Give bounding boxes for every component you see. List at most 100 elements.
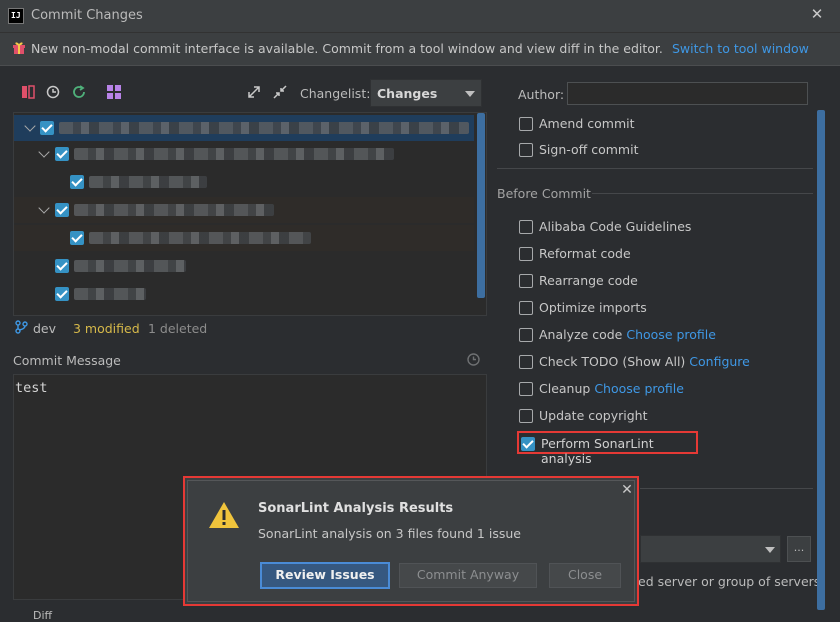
blurred-path — [74, 148, 394, 160]
changelist-value: Changes — [377, 86, 438, 101]
author-label: Author: — [518, 87, 565, 102]
dialog-body: ✕ SonarLint Analysis Results SonarLint a… — [187, 480, 635, 602]
divider — [497, 168, 813, 169]
checkbox[interactable] — [519, 117, 533, 131]
sonarlint-results-dialog: ✕ SonarLint Analysis Results SonarLint a… — [183, 476, 639, 606]
tree-row[interactable] — [14, 281, 474, 307]
before-commit-heading: Before Commit — [497, 186, 591, 201]
option-label: Sign-off commit — [539, 142, 639, 157]
option-label: Optimize imports — [539, 300, 647, 315]
chevron-down-icon[interactable] — [38, 146, 50, 158]
history-icon[interactable] — [466, 352, 481, 367]
banner-text: New non-modal commit interface is availa… — [31, 41, 663, 56]
option-label: Amend commit — [539, 116, 635, 131]
option-row-text: Analyze code Choose profile — [539, 327, 716, 342]
refresh-icon[interactable] — [71, 84, 87, 100]
blurred-file — [89, 176, 207, 188]
server-browse-button[interactable]: ... — [787, 536, 811, 562]
checkbox[interactable] — [519, 220, 533, 234]
rollback-icon[interactable] — [20, 84, 36, 100]
blurred-file — [74, 260, 186, 272]
deleted-count: 1 deleted — [148, 321, 208, 336]
option-label: Cleanup — [539, 381, 591, 396]
server-description: ed server or group of servers — [638, 574, 821, 589]
commit-message-text[interactable]: test — [15, 380, 48, 396]
changelist-dropdown[interactable]: Changes — [370, 79, 482, 107]
option-label: Check TODO (Show All) — [539, 354, 686, 369]
checkbox[interactable] — [55, 147, 69, 161]
expand-all-icon[interactable] — [246, 84, 262, 100]
close-icon[interactable]: ✕ — [620, 483, 634, 497]
blurred-path — [59, 122, 469, 134]
checkbox[interactable] — [519, 247, 533, 261]
app-logo: IJ — [8, 8, 24, 24]
tree-row[interactable] — [14, 115, 474, 141]
blurred-path — [74, 204, 274, 216]
tree-row[interactable] — [14, 253, 474, 279]
notification-banner: New non-modal commit interface is availa… — [0, 33, 840, 66]
choose-profile-link[interactable]: Choose profile — [626, 327, 716, 342]
option-label: Alibaba Code Guidelines — [539, 219, 692, 234]
sonarlint-checkbox[interactable] — [521, 437, 535, 451]
option-row-text: Check TODO (Show All) Configure — [539, 354, 750, 369]
checkbox[interactable] — [70, 175, 84, 189]
server-dropdown[interactable] — [640, 535, 781, 563]
branch-name[interactable]: dev — [33, 321, 56, 336]
author-input[interactable] — [567, 82, 808, 105]
options-scrollbar[interactable] — [817, 110, 825, 610]
sonarlint-label: Perform SonarLint analysis — [541, 436, 654, 466]
modified-count: 3 modified — [73, 321, 140, 336]
commit-anyway-button[interactable]: Commit Anyway — [399, 563, 537, 588]
checkbox[interactable] — [55, 203, 69, 217]
chevron-down-icon — [465, 91, 475, 97]
checkbox[interactable] — [55, 259, 69, 273]
blurred-file — [89, 232, 311, 244]
changes-tree[interactable] — [13, 112, 487, 316]
checkbox[interactable] — [519, 382, 533, 396]
option-label: Reformat code — [539, 246, 631, 261]
checkbox[interactable] — [519, 274, 533, 288]
dialog-title: SonarLint Analysis Results — [258, 501, 454, 516]
checkbox[interactable] — [519, 301, 533, 315]
window-title: Commit Changes — [31, 8, 143, 23]
checkbox[interactable] — [519, 328, 533, 342]
group-by-icon[interactable] — [106, 84, 122, 100]
choose-profile-link[interactable]: Choose profile — [594, 381, 684, 396]
title-bar: IJ Commit Changes ✕ — [0, 0, 840, 33]
chevron-down-icon[interactable] — [38, 202, 50, 214]
checkbox[interactable] — [70, 231, 84, 245]
close-button[interactable]: Close — [549, 563, 621, 588]
history-rollback-icon[interactable] — [45, 84, 61, 100]
tree-scrollbar[interactable] — [477, 113, 485, 298]
dialog-message: SonarLint analysis on 3 files found 1 is… — [258, 526, 521, 541]
divider — [640, 488, 813, 489]
sonarlint-option-highlight[interactable]: Perform SonarLint analysis — [517, 431, 698, 466]
option-label: Analyze code — [539, 327, 623, 342]
review-issues-button[interactable]: Review Issues — [260, 562, 390, 589]
diff-section-label[interactable]: Diff — [33, 609, 52, 622]
chevron-down-icon — [765, 547, 775, 553]
divider — [592, 193, 813, 194]
checkbox[interactable] — [40, 121, 54, 135]
close-window-button[interactable]: ✕ — [808, 5, 826, 25]
tree-row[interactable] — [14, 169, 474, 195]
chevron-down-icon[interactable] — [24, 120, 36, 132]
option-label: Rearrange code — [539, 273, 638, 288]
checkbox[interactable] — [55, 287, 69, 301]
tree-row[interactable] — [14, 197, 474, 223]
configure-link[interactable]: Configure — [689, 354, 750, 369]
branch-icon — [15, 320, 28, 334]
changelist-label: Changelist: — [300, 86, 371, 101]
collapse-all-icon[interactable] — [272, 84, 288, 100]
tree-row[interactable] — [14, 141, 474, 167]
option-row-text: Cleanup Choose profile — [539, 381, 684, 396]
checkbox[interactable] — [519, 143, 533, 157]
tree-row[interactable] — [14, 225, 474, 251]
checkbox[interactable] — [519, 355, 533, 369]
option-label: Update copyright — [539, 408, 648, 423]
gift-icon — [13, 42, 25, 54]
commit-message-label: Commit Message — [13, 353, 121, 368]
checkbox[interactable] — [519, 409, 533, 423]
switch-to-tool-window-link[interactable]: Switch to tool window — [672, 41, 809, 56]
blurred-file — [74, 288, 146, 300]
